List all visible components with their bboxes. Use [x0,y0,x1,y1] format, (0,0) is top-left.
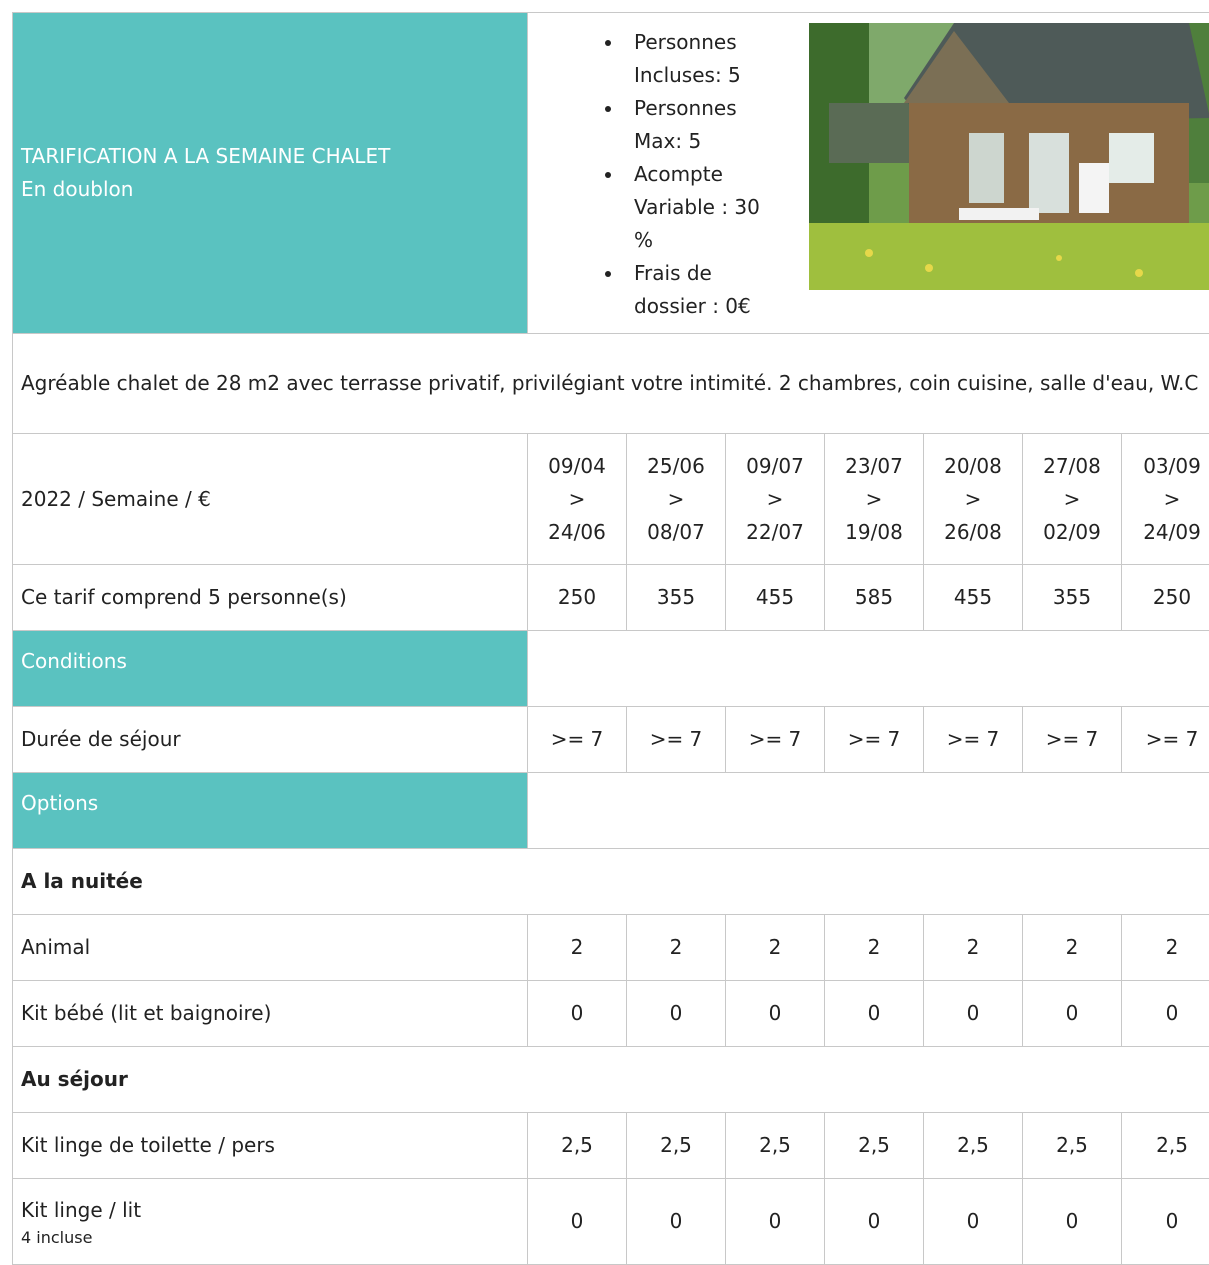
option-value: 0 [825,1179,924,1265]
conditions-header-row: Conditions [13,631,1209,707]
option-value: 2 [1023,915,1122,981]
option-value: 0 [924,1179,1023,1265]
description-row: Agréable chalet de 28 m2 avec terrasse p… [13,334,1209,434]
conditions-spacer [528,631,1209,707]
option-label: Kit linge / lit [21,1198,141,1222]
option-row: Kit linge de toilette / pers 2,5 2,5 2,5… [13,1113,1209,1179]
feature-item: Acompte Variable : 30 % [624,158,774,257]
option-value: 0 [726,981,825,1047]
price-value: 250 [528,565,627,631]
price-value: 455 [726,565,825,631]
option-value: 0 [627,981,726,1047]
option-value: 2 [924,915,1023,981]
option-value: 0 [1122,1179,1209,1265]
option-value: 2 [1122,915,1209,981]
option-row: Kit bébé (lit et baignoire) 0 0 0 0 0 0 … [13,981,1209,1047]
period-cell: 27/08>02/09 [1023,434,1122,565]
option-label-cell: Kit linge / lit 4 incluse [13,1179,528,1265]
price-value: 355 [1023,565,1122,631]
options-title: Options [13,773,528,849]
option-note: 4 incluse [21,1227,519,1249]
options-spacer [528,773,1209,849]
period-cell: 25/06>08/07 [627,434,726,565]
conditions-title: Conditions [13,631,528,707]
option-value: 2,5 [726,1113,825,1179]
feature-item: Personnes Max: 5 [624,92,774,158]
price-value: 455 [924,565,1023,631]
option-value: 2,5 [528,1113,627,1179]
period-cell: 03/09>24/09 [1122,434,1209,565]
stay-duration-value: >= 7 [528,707,627,773]
price-value: 250 [1122,565,1209,631]
stay-duration-value: >= 7 [627,707,726,773]
stay-duration-value: >= 7 [726,707,825,773]
price-row: Ce tarif comprend 5 personne(s) 250 355 … [13,565,1209,631]
chalet-photo [809,23,1209,290]
stay-duration-value: >= 7 [924,707,1023,773]
option-row: Kit linge / lit 4 incluse 0 0 0 0 0 0 0 [13,1179,1209,1265]
option-value: 2 [726,915,825,981]
option-value: 2 [627,915,726,981]
per-stay-title: Au séjour [13,1047,1209,1113]
stay-duration-label: Durée de séjour [13,707,528,773]
stay-duration-row: Durée de séjour >= 7 >= 7 >= 7 >= 7 >= 7… [13,707,1209,773]
per-night-header-row: A la nuitée [13,849,1209,915]
price-label: Ce tarif comprend 5 personne(s) [13,565,528,631]
stay-duration-value: >= 7 [1023,707,1122,773]
option-value: 0 [1023,1179,1122,1265]
period-cell: 09/07>22/07 [726,434,825,565]
periods-label: 2022 / Semaine / € [13,434,528,565]
option-value: 2 [825,915,924,981]
periods-row: 2022 / Semaine / € 09/04>24/06 25/06>08/… [13,434,1209,565]
per-night-title: A la nuitée [13,849,1209,915]
description-text: Agréable chalet de 28 m2 avec terrasse p… [13,334,1209,434]
price-value: 585 [825,565,924,631]
page-title: TARIFICATION A LA SEMAINE CHALET [21,140,519,173]
stay-duration-value: >= 7 [825,707,924,773]
feature-item: Frais de dossier : 0€ [624,257,774,323]
option-label: Kit linge de toilette / pers [13,1113,528,1179]
page-subtitle: En doublon [21,173,519,206]
option-value: 0 [825,981,924,1047]
option-value: 0 [1122,981,1209,1047]
option-value: 2,5 [1122,1113,1209,1179]
options-header-row: Options [13,773,1209,849]
option-value: 2 [528,915,627,981]
feature-item: Personnes Incluses: 5 [624,26,774,92]
option-value: 0 [528,981,627,1047]
option-value: 0 [726,1179,825,1265]
header-title-cell: TARIFICATION A LA SEMAINE CHALET En doub… [13,13,528,334]
per-stay-header-row: Au séjour [13,1047,1209,1113]
option-value: 0 [1023,981,1122,1047]
period-cell: 23/07>19/08 [825,434,924,565]
header-row: TARIFICATION A LA SEMAINE CHALET En doub… [13,13,1209,334]
period-cell: 20/08>26/08 [924,434,1023,565]
option-value: 2,5 [1023,1113,1122,1179]
option-label: Kit bébé (lit et baignoire) [13,981,528,1047]
option-value: 0 [528,1179,627,1265]
option-value: 2,5 [924,1113,1023,1179]
option-value: 0 [924,981,1023,1047]
pricing-table: TARIFICATION A LA SEMAINE CHALET En doub… [12,12,1209,1265]
option-row: Animal 2 2 2 2 2 2 2 [13,915,1209,981]
price-value: 355 [627,565,726,631]
stay-duration-value: >= 7 [1122,707,1209,773]
option-value: 0 [627,1179,726,1265]
period-cell: 09/04>24/06 [528,434,627,565]
option-value: 2,5 [825,1113,924,1179]
option-label: Animal [13,915,528,981]
header-info-cell: Personnes Incluses: 5 Personnes Max: 5 A… [528,13,1209,334]
option-value: 2,5 [627,1113,726,1179]
